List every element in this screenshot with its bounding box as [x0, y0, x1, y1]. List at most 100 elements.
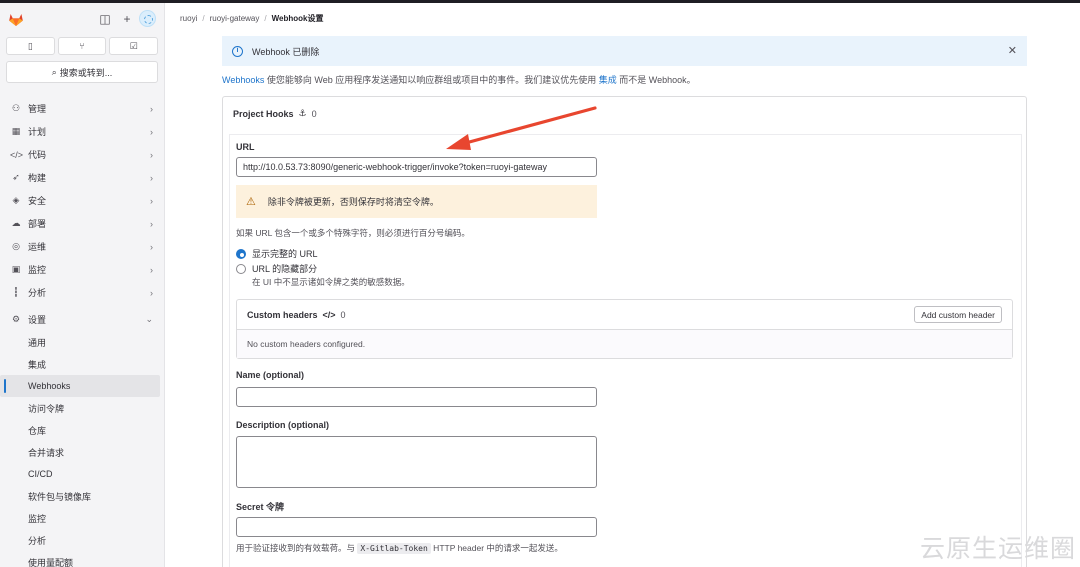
sidebar-item-label: 分析	[28, 288, 47, 298]
radio-unselected[interactable]	[236, 263, 246, 274]
sidebar-top: ◫ +	[6, 9, 158, 29]
url-help-text: 如果 URL 包含一个或多个特殊字符，则必须进行百分号编码。	[236, 228, 470, 238]
custom-headers-header: Custom headers </> 0 Add custom header	[237, 300, 1012, 330]
sidebar-item-label: 部署	[28, 219, 47, 229]
breadcrumb: ruoyi / ruoyi-gateway / Webhook设置	[180, 13, 323, 24]
info-icon: i	[232, 45, 243, 57]
sidebar-item-monitor[interactable]: ▣ 监控 ›	[0, 258, 164, 281]
search-button[interactable]: ⌕ 搜索或转到...	[6, 61, 158, 83]
gitlab-logo-icon[interactable]	[8, 11, 24, 27]
sidebar-item-operate[interactable]: ◎ 运维 ›	[0, 235, 164, 258]
secret-help-text: 用于验证接收到的有效载荷。与 X-Gitlab-Token HTTP heade…	[236, 542, 563, 554]
name-label: Name (optional)	[236, 370, 305, 380]
sidebar-subitem-packages[interactable]: 软件包与镜像库	[0, 485, 164, 507]
sidebar-item-build[interactable]: ➶ 构建 ›	[0, 166, 164, 189]
sidebar-subitem-monitor[interactable]: 监控	[0, 507, 164, 529]
sidebar-item-settings[interactable]: ⚙ 设置 ⌄	[0, 308, 164, 331]
radio-selected[interactable]	[236, 248, 246, 259]
chevron-right-icon: ›	[150, 218, 153, 229]
operate-icon: ◎	[12, 241, 20, 251]
collapse-sidebar-icon[interactable]: ◫	[98, 12, 112, 26]
breadcrumb-item[interactable]: ruoyi-gateway	[210, 14, 260, 23]
watermark: 云原生运维圈	[919, 534, 1076, 563]
sidebar-item-label: 设置	[28, 315, 47, 325]
close-icon[interactable]: ✕	[1008, 44, 1017, 57]
radio-mask-url[interactable]: URL 的隐藏部分	[236, 262, 317, 275]
shield-icon: ◈	[12, 195, 20, 205]
mask-help-text: 在 UI 中不显示诸如令牌之类的敏感数据。	[252, 277, 410, 287]
sidebar-item-label: 代码	[28, 150, 47, 160]
webhooks-link[interactable]: Webhooks	[222, 75, 264, 85]
radio-show-full-url[interactable]: 显示完整的 URL	[236, 247, 318, 260]
sidebar-subitem-usage-quotas[interactable]: 使用量配额	[0, 551, 164, 567]
sidebar-subitem-cicd[interactable]: CI/CD	[0, 463, 164, 485]
project-hooks-count: 0	[311, 108, 317, 119]
custom-headers-empty: No custom headers configured.	[237, 330, 1012, 358]
sidebar-item-analyze[interactable]: ┇ 分析 ›	[0, 281, 164, 304]
merge-requests-icon[interactable]: ⑂	[57, 37, 107, 55]
breadcrumb-separator: /	[264, 14, 267, 23]
sidebar-subitem-access-tokens[interactable]: 访问令牌	[0, 397, 164, 419]
description-textarea[interactable]	[236, 436, 597, 488]
create-new-icon[interactable]: +	[120, 12, 134, 26]
red-arrow-annotation	[446, 106, 597, 150]
chevron-down-icon: ⌄	[145, 314, 153, 324]
monitor-icon: ▣	[11, 264, 21, 274]
radio-label: URL 的隐藏部分	[252, 264, 318, 274]
sidebar-nav: ⚇ 管理 › ▦ 计划 › </> 代码 › ➶ 构建 › ◈ 安全 › ☁ 部署 › ◎ 运维 › ▣ 监控…	[0, 97, 164, 567]
sidebar-item-label: 计划	[28, 127, 47, 137]
chevron-right-icon: ›	[150, 264, 153, 275]
custom-headers-count: 0	[340, 310, 346, 320]
secret-help-code: X-Gitlab-Token	[357, 543, 431, 554]
sidebar-item-code[interactable]: </> 代码 ›	[0, 143, 164, 166]
sidebar-item-label: 构建	[28, 173, 47, 183]
custom-headers-title-row: Custom headers </> 0	[247, 310, 346, 320]
name-input[interactable]	[236, 387, 597, 407]
sidebar-subitem-webhooks[interactable]: Webhooks	[0, 375, 160, 397]
hook-icon: ⚓	[298, 108, 307, 118]
sidebar-item-secure[interactable]: ◈ 安全 ›	[0, 189, 164, 212]
add-custom-header-button[interactable]: Add custom header	[914, 306, 1002, 323]
sidebar-subitem-merge-requests[interactable]: 合并请求	[0, 441, 164, 463]
sidebar-item-manage[interactable]: ⚇ 管理 ›	[0, 97, 164, 120]
intro-text: Webhooks 使您能够向 Web 应用程序发送通知以响应群组或项目中的事件。…	[222, 73, 696, 86]
search-label: 搜索或转到...	[59, 67, 113, 78]
sidebar-item-deploy[interactable]: ☁ 部署 ›	[0, 212, 164, 235]
chevron-right-icon: ›	[150, 103, 153, 114]
integrations-link[interactable]: 集成	[599, 75, 617, 85]
issues-icon[interactable]: ▯	[6, 37, 55, 55]
chevron-right-icon: ›	[150, 172, 153, 183]
sidebar-subitem-general[interactable]: 通用	[0, 331, 164, 353]
users-icon: ⚇	[11, 103, 21, 113]
secret-help-part: HTTP header 中的请求一起发送。	[430, 543, 563, 553]
settings-icon: ⚙	[11, 314, 21, 324]
avatar[interactable]	[139, 10, 156, 27]
chevron-right-icon: ›	[150, 287, 153, 298]
sidebar-subitem-analytics[interactable]: 分析	[0, 529, 164, 551]
sidebar-subitem-repository[interactable]: 仓库	[0, 419, 164, 441]
alert-text: Webhook 已删除	[252, 46, 320, 57]
todo-icon[interactable]: ☑	[109, 37, 159, 55]
code-icon: </>	[10, 149, 24, 160]
url-label: URL	[236, 142, 255, 152]
radio-label: 显示完整的 URL	[252, 249, 318, 259]
search-icon: ⌕	[51, 66, 57, 77]
chart-icon: ┇	[13, 287, 19, 297]
calendar-icon: ▦	[11, 126, 21, 136]
secret-help-part: 用于验证接收到的有效载荷。与	[236, 543, 358, 553]
sidebar-item-label: 监控	[28, 265, 47, 275]
breadcrumb-current[interactable]: Webhook设置	[272, 13, 324, 24]
url-input[interactable]: http://10.0.53.73:8090/generic-webhook-t…	[236, 157, 597, 177]
rocket-icon: ➶	[12, 172, 20, 182]
sidebar-subitem-integrations[interactable]: 集成	[0, 353, 164, 375]
secret-token-input[interactable]	[236, 517, 597, 537]
chevron-right-icon: ›	[150, 149, 153, 160]
project-hooks-header: Project Hooks ⚓ 0	[233, 108, 317, 119]
sidebar-item-label: 运维	[28, 242, 47, 252]
info-alert: i Webhook 已删除 ✕	[222, 36, 1027, 66]
sidebar-item-plan[interactable]: ▦ 计划 ›	[0, 120, 164, 143]
warning-icon: ⚠	[246, 196, 256, 208]
breadcrumb-item[interactable]: ruoyi	[180, 14, 197, 23]
token-warning: ⚠ 除非令牌被更新，否则保存时将清空令牌。	[236, 185, 597, 218]
chevron-right-icon: ›	[150, 126, 153, 137]
